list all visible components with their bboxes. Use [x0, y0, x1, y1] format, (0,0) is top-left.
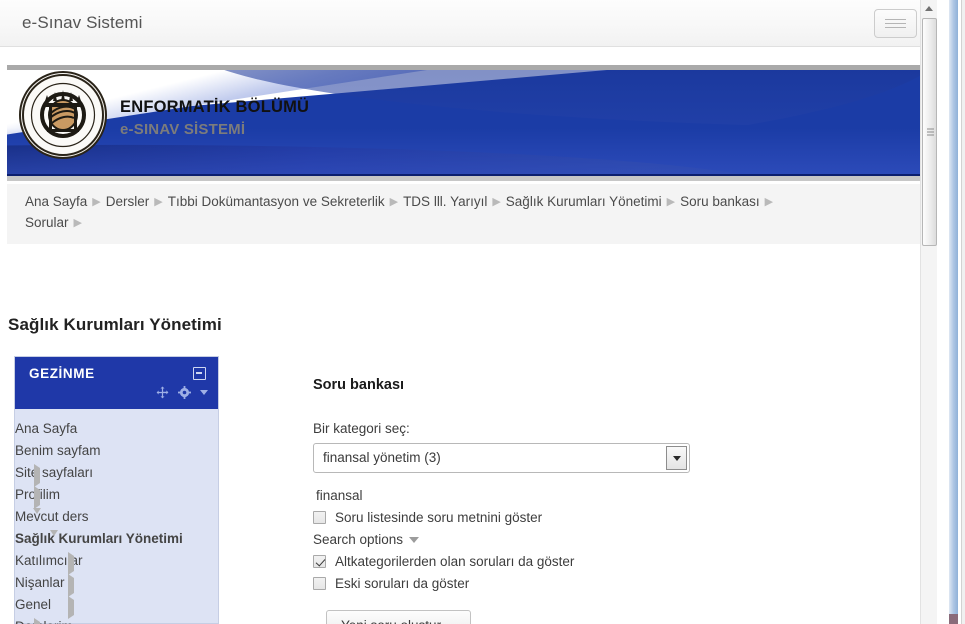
breadcrumb-separator-icon: ▶ — [389, 196, 399, 208]
breadcrumb: Ana Sayfa ▶ Dersler ▶ Tıbbi Dokümantasyon ve… — [7, 184, 922, 244]
breadcrumb-separator-icon: ▶ — [92, 196, 101, 208]
nav-item-1: Benim sayfam — [15, 440, 218, 462]
section-title: Soru bankası — [313, 377, 405, 393]
breadcrumb-item[interactable]: Sağlık Kurumları Yönetimi — [506, 194, 662, 209]
application-title-bar: e-Sınav Sistemi — [0, 0, 937, 47]
chevron-down-icon[interactable] — [33, 508, 43, 529]
breadcrumb-separator-icon: ▶ — [666, 196, 676, 208]
category-select[interactable]: finansal yönetim (3) — [313, 443, 690, 473]
category-description: finansal — [316, 488, 363, 503]
window-scrollbar-end — [949, 614, 958, 624]
banner-bottom-rule — [7, 174, 922, 181]
page-title: Sağlık Kurumları Yönetimi — [8, 315, 222, 334]
option-row: Altkategorilerden olan soruları da göste… — [313, 554, 873, 569]
page-content: ENFORMATİK BÖLÜMÜ e-SINAV SİSTEMİ Ana Sa… — [0, 47, 937, 624]
nav-item-6: Katılımcılar — [15, 550, 218, 575]
option-row: Soru listesinde soru metnini göster — [313, 510, 873, 525]
hamburger-line — [885, 19, 906, 20]
nav-item-2: Site sayfaları — [15, 462, 218, 487]
option-label: Soru listesinde soru metnini göster — [335, 510, 543, 525]
chevron-down-icon[interactable] — [666, 446, 687, 470]
create-new-question-button[interactable]: Yeni soru oluştur ... — [326, 610, 472, 624]
nav-item-9: Derslerim — [15, 616, 218, 624]
window-scrollbar-rail[interactable] — [949, 0, 958, 624]
nav-link[interactable]: Benim sayfam — [15, 440, 218, 462]
breadcrumb-separator-icon: ▶ — [764, 196, 774, 208]
breadcrumb-separator-icon: ▶ — [154, 196, 163, 208]
chevron-down-icon[interactable] — [200, 389, 208, 396]
nav-link[interactable]: Sağlık Kurumları Yönetimi — [15, 528, 218, 550]
nav-link[interactable]: Katılımcılar — [15, 550, 218, 572]
chevron-down-icon — [409, 536, 420, 543]
scrollbar-thumb[interactable] — [922, 18, 937, 246]
nav-link[interactable]: Profilim — [15, 484, 218, 506]
show-old-questions-checkbox[interactable] — [313, 577, 326, 590]
navigation-block-title: GEZİNME — [29, 366, 95, 381]
university-logo-icon — [19, 71, 107, 159]
minimize-icon[interactable] — [193, 367, 206, 380]
show-question-text-checkbox[interactable] — [313, 511, 326, 524]
nav-link[interactable]: Derslerim — [15, 616, 218, 624]
nav-link[interactable]: Site sayfaları — [15, 462, 218, 484]
banner-titles: ENFORMATİK BÖLÜMÜ e-SINAV SİSTEMİ — [120, 97, 309, 140]
bullet-square-icon[interactable] — [35, 448, 45, 458]
nav-item-8: Genel — [15, 594, 218, 619]
hamburger-line — [885, 27, 906, 28]
category-label: Bir kategori seç: — [313, 421, 410, 436]
gear-icon[interactable] — [178, 386, 191, 399]
banner-title-secondary: e-SINAV SİSTEMİ — [120, 121, 246, 138]
breadcrumb-item[interactable]: Ana Sayfa — [25, 194, 87, 209]
breadcrumb-separator-icon: ▶ — [73, 217, 82, 229]
question-bank-panel: Soru bankası Bir kategori seç: finansal … — [313, 377, 873, 624]
nav-link[interactable]: Nişanlar — [15, 572, 218, 594]
chevron-right-icon[interactable] — [34, 486, 44, 509]
chevron-down-icon[interactable] — [50, 530, 60, 551]
breadcrumb-item[interactable]: Dersler — [106, 194, 150, 209]
chevron-right-icon[interactable] — [68, 596, 78, 619]
nav-link[interactable]: Genel — [15, 594, 218, 616]
chevron-right-icon[interactable] — [34, 464, 44, 487]
hamburger-line — [885, 23, 906, 24]
hamburger-menu-icon[interactable] — [874, 9, 917, 38]
search-options-toggle[interactable]: Search options — [313, 532, 873, 547]
page-scrollbar[interactable] — [920, 0, 937, 624]
breadcrumb-item[interactable]: Sorular — [25, 215, 69, 230]
chevron-right-icon[interactable] — [68, 574, 78, 597]
window-scrollbar[interactable] — [937, 0, 965, 624]
nav-item-3: Profilim — [15, 484, 218, 509]
include-subcategories-checkbox[interactable] — [313, 555, 326, 568]
navigation-block: GEZİNME Ana Sayfa Benim sayfam Site sayf… — [14, 356, 219, 624]
breadcrumb-item[interactable]: Soru bankası — [680, 194, 760, 209]
nav-item-7: Nişanlar — [15, 572, 218, 597]
option-label: Altkategorilerden olan soruları da göste… — [335, 554, 575, 569]
breadcrumb-separator-icon: ▶ — [492, 196, 501, 208]
navigation-block-header: GEZİNME — [15, 357, 218, 409]
navigation-block-tools — [156, 386, 208, 399]
breadcrumb-item[interactable]: Tıbbi Dokümantasyon ve Sekreterlik — [168, 194, 385, 209]
scrollbar-grip-icon — [926, 128, 934, 136]
option-row: Eski soruları da göster — [313, 576, 873, 591]
nav-item-4: Mevcut ders — [15, 506, 218, 529]
site-banner: ENFORMATİK BÖLÜMÜ e-SINAV SİSTEMİ — [7, 65, 922, 181]
category-select-value: finansal yönetim (3) — [323, 450, 441, 465]
navigation-list: Ana Sayfa Benim sayfam Site sayfaları Profi… — [15, 409, 218, 624]
search-options-label: Search options — [313, 532, 404, 547]
nav-item-5: Sağlık Kurumları Yönetimi — [15, 528, 218, 551]
scroll-up-arrow-icon[interactable] — [921, 0, 937, 17]
nav-link[interactable]: Mevcut ders — [15, 506, 218, 528]
move-icon[interactable] — [156, 386, 169, 399]
option-label: Eski soruları da göster — [335, 576, 470, 591]
breadcrumb-item[interactable]: TDS lll. Yarıyıl — [403, 194, 487, 209]
application-title: e-Sınav Sistemi — [22, 13, 143, 32]
nav-link[interactable]: Ana Sayfa — [15, 418, 218, 440]
browser-viewport: e-Sınav Sistemi ENFORMATİK BÖLÜMÜ e-SINA… — [0, 0, 965, 624]
nav-item-0: Ana Sayfa — [15, 418, 218, 440]
banner-title-primary: ENFORMATİK BÖLÜMÜ — [120, 98, 310, 116]
chevron-right-icon[interactable] — [68, 552, 78, 575]
